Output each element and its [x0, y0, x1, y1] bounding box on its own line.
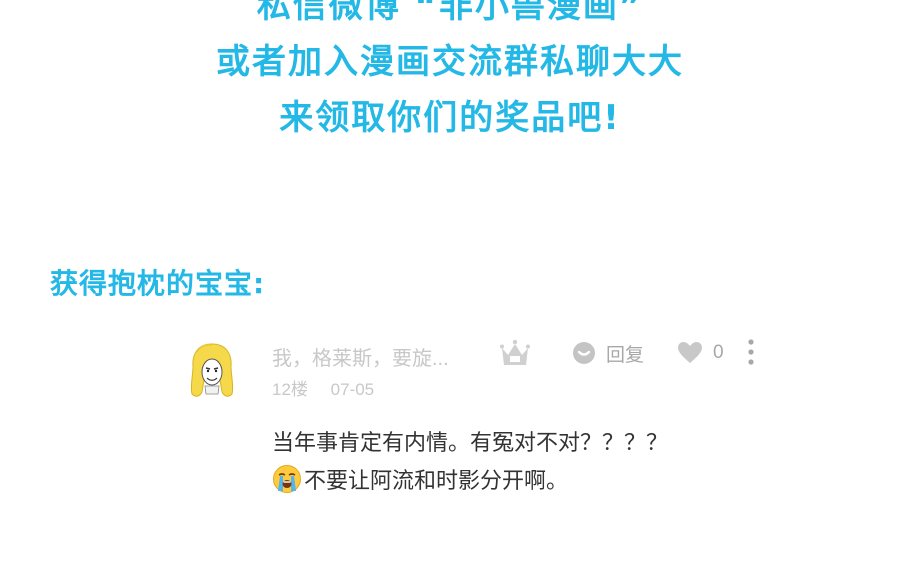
- comic-page: 私信微博 “非小兽漫画” 或者加入漫画交流群私聊大大 来领取你们的奖品吧! 获得…: [0, 0, 900, 562]
- speech-bubble-icon: [573, 342, 595, 364]
- reply-label: 回复: [606, 344, 645, 366]
- comment-card: 我，格莱斯，要旋... 回复 0 12楼 07-05 当年事肯定有内情。有冤对不…: [0, 330, 900, 530]
- loudly-crying-face-icon: [273, 465, 301, 493]
- announcement-line-3: 来领取你们的奖品吧!: [279, 98, 621, 138]
- crown-icon: [500, 339, 530, 365]
- comment-floor: 12楼: [272, 380, 308, 399]
- comment-body-line-1: 当年事肯定有内情。有冤对不对？？？？: [272, 430, 669, 455]
- more-vertical-icon[interactable]: [742, 336, 760, 370]
- avatar[interactable]: [188, 342, 236, 400]
- heart-icon: [678, 342, 702, 363]
- announcement-line-2: 或者加入漫画交流群私聊大大: [216, 42, 684, 82]
- like-count: 0: [713, 342, 724, 363]
- comment-body-line-2-text: 不要让阿流和时影分开啊。: [304, 468, 569, 493]
- like-button[interactable]: 0: [677, 340, 724, 366]
- announcement-line-1: 私信微博 “非小兽漫画”: [256, 0, 644, 26]
- comment-body-line-2: 不要让阿流和时影分开啊。: [272, 462, 792, 500]
- reply-button[interactable]: 回复: [572, 340, 644, 366]
- section-heading: 获得抱枕的宝宝:: [50, 267, 266, 300]
- comment-date: 07-05: [330, 380, 375, 399]
- comment-username[interactable]: 我，格莱斯，要旋...: [272, 342, 449, 371]
- comment-body: 当年事肯定有内情。有冤对不对？？？？ 不要让阿流和时影分开啊。: [272, 424, 792, 500]
- comment-meta: 12楼 07-05: [272, 375, 374, 400]
